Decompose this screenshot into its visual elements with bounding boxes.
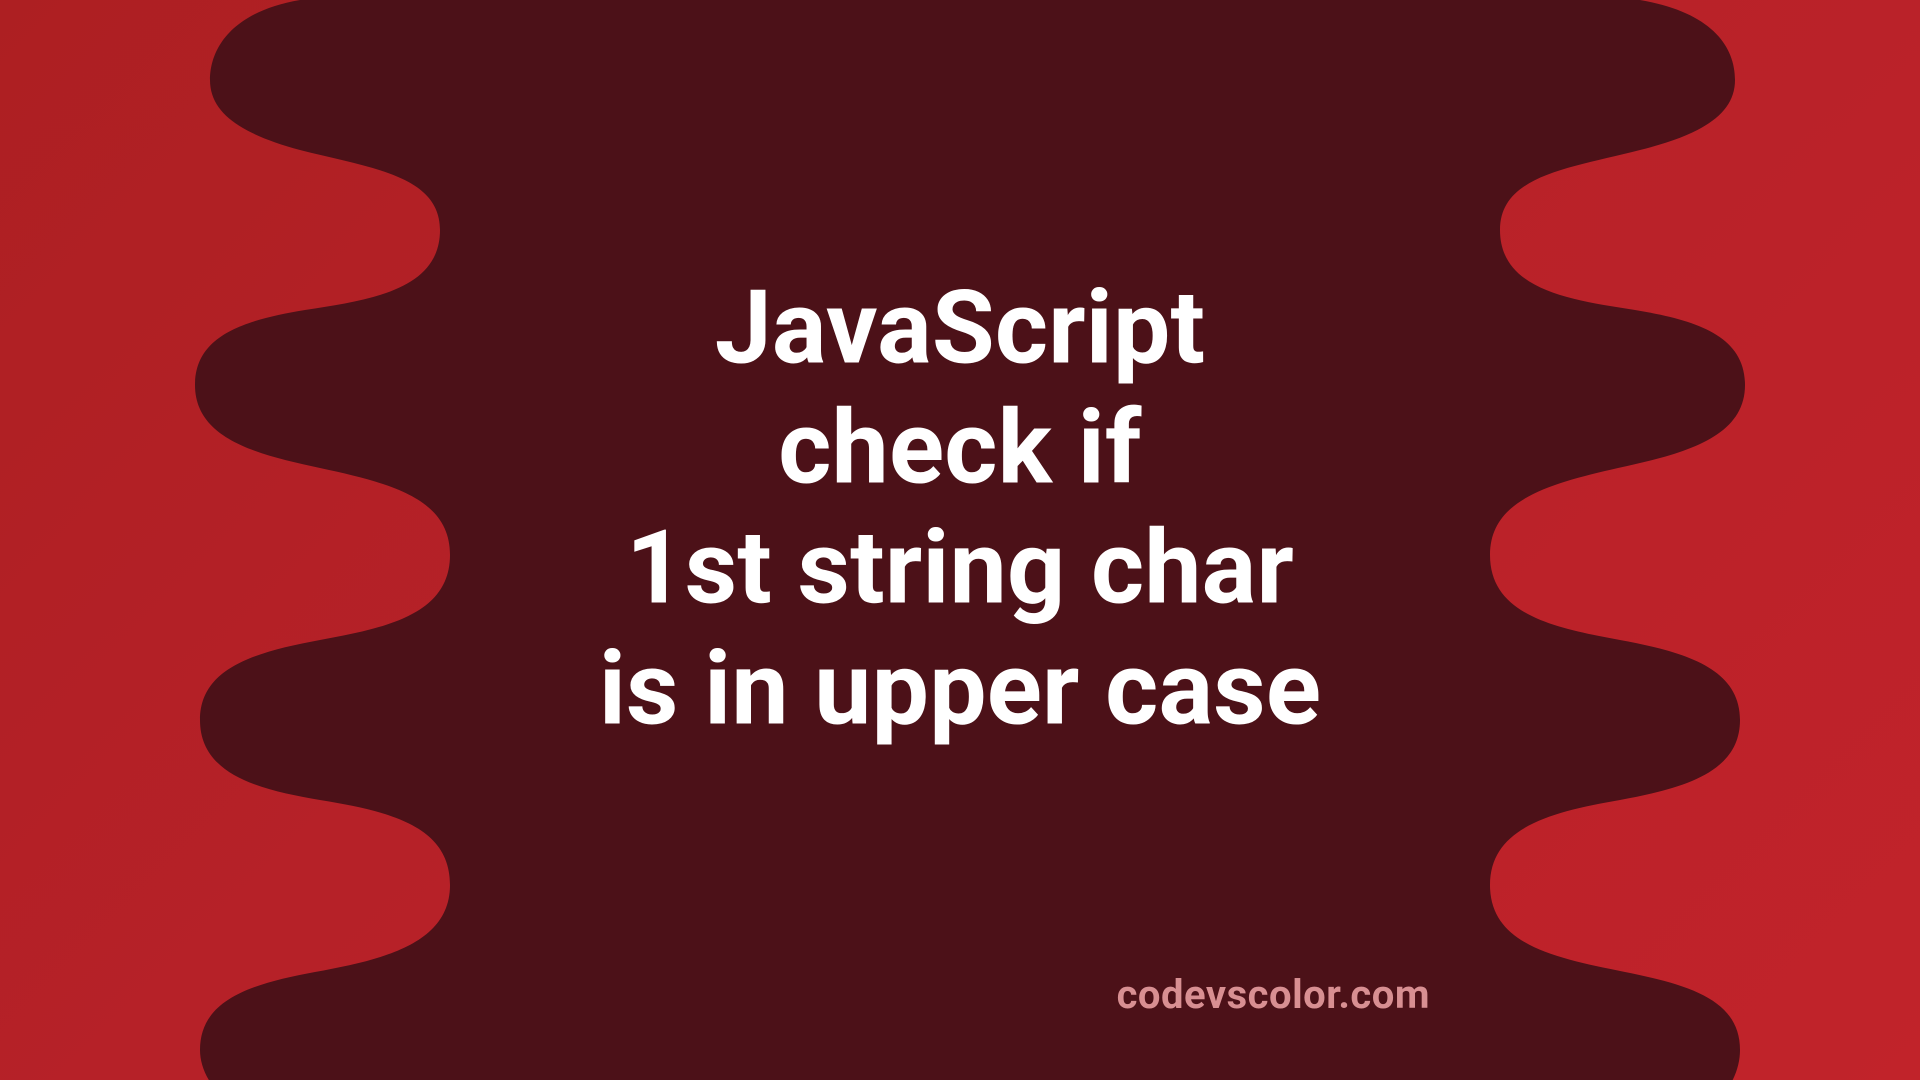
main-title: JavaScript check if 1st string char is i… (599, 267, 1321, 748)
site-watermark: codevscolor.com (1117, 971, 1430, 1018)
graphic-canvas: JavaScript check if 1st string char is i… (0, 0, 1920, 1080)
